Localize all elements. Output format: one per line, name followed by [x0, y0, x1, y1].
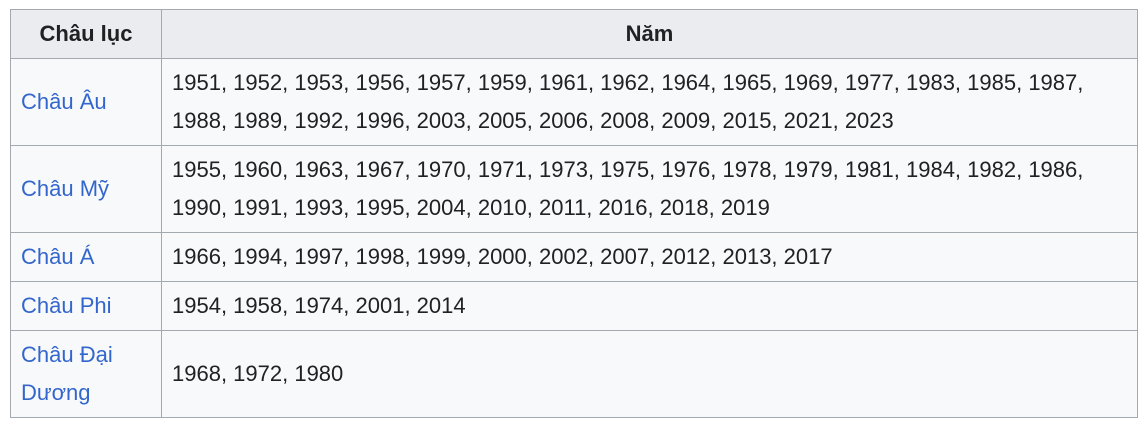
- table-row: Châu Đại Dương 1968, 1972, 1980: [10, 330, 1138, 418]
- continent-years-table: Châu lục Năm Châu Âu 1951, 1952, 1953, 1…: [10, 9, 1138, 418]
- header-row: Châu lục Năm: [10, 9, 1138, 59]
- header-years: Năm: [161, 9, 1138, 59]
- years-cell: 1954, 1958, 1974, 2001, 2014: [161, 281, 1138, 331]
- table-row: Châu Phi 1954, 1958, 1974, 2001, 2014: [10, 281, 1138, 331]
- continent-cell: Châu Mỹ: [10, 145, 162, 233]
- years-cell: 1966, 1994, 1997, 1998, 1999, 2000, 2002…: [161, 232, 1138, 282]
- table-row: Châu Mỹ 1955, 1960, 1963, 1967, 1970, 19…: [10, 145, 1138, 233]
- continent-link-africa[interactable]: Châu Phi: [21, 293, 112, 318]
- table-row: Châu Âu 1951, 1952, 1953, 1956, 1957, 19…: [10, 58, 1138, 146]
- continent-cell: Châu Phi: [10, 281, 162, 331]
- table-row: Châu Á 1966, 1994, 1997, 1998, 1999, 200…: [10, 232, 1138, 282]
- continent-link-americas[interactable]: Châu Mỹ: [21, 176, 109, 201]
- continent-cell: Châu Á: [10, 232, 162, 282]
- years-cell: 1968, 1972, 1980: [161, 330, 1138, 418]
- years-cell: 1951, 1952, 1953, 1956, 1957, 1959, 1961…: [161, 58, 1138, 146]
- continent-cell: Châu Âu: [10, 58, 162, 146]
- continent-cell: Châu Đại Dương: [10, 330, 162, 418]
- continent-link-asia[interactable]: Châu Á: [21, 244, 94, 269]
- continent-link-oceania[interactable]: Châu Đại Dương: [21, 342, 113, 405]
- continent-link-europe[interactable]: Châu Âu: [21, 89, 107, 114]
- years-cell: 1955, 1960, 1963, 1967, 1970, 1971, 1973…: [161, 145, 1138, 233]
- header-continent: Châu lục: [10, 9, 162, 59]
